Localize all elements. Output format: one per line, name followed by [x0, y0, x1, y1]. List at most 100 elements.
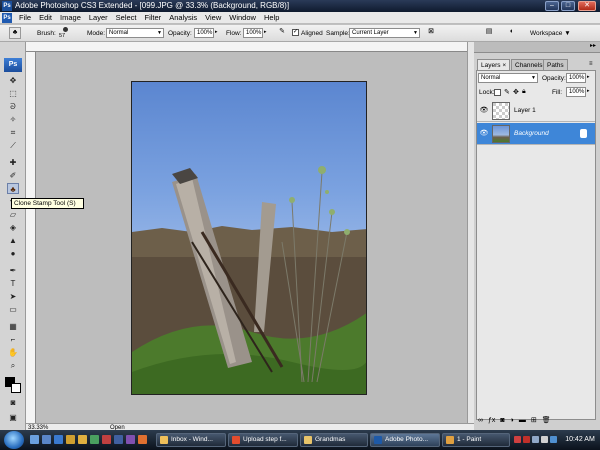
sample-select[interactable]: Current Layer ▼ — [349, 28, 420, 38]
fill-input[interactable]: 100% — [566, 87, 586, 97]
dodge-tool-icon[interactable]: ● — [7, 248, 19, 259]
layer-row[interactable]: 👁︎ Background — [477, 123, 595, 145]
menu-select[interactable]: Select — [112, 12, 141, 24]
quick-launch-icon[interactable] — [78, 435, 87, 444]
menu-file[interactable]: File — [15, 12, 35, 24]
panel-menu-icon[interactable]: ≡ — [589, 61, 593, 67]
tab-channels[interactable]: Channels — [511, 59, 547, 70]
taskbar-item[interactable]: Inbox - Wind... — [156, 433, 226, 447]
menu-help[interactable]: Help — [260, 12, 283, 24]
crop-tool-icon[interactable]: ⌗ — [7, 127, 19, 138]
quick-launch-icon[interactable] — [114, 435, 123, 444]
quick-launch-icon[interactable] — [138, 435, 147, 444]
horizontal-ruler[interactable] — [26, 42, 468, 52]
fill-arrow-icon[interactable]: ▸ — [587, 88, 590, 94]
type-tool-icon[interactable]: T — [7, 278, 19, 289]
blur-tool-icon[interactable]: ▲ — [7, 235, 19, 246]
opacity-arrow-icon[interactable]: ▸ — [215, 29, 218, 35]
switch-windows-icon[interactable] — [42, 435, 51, 444]
tab-layers[interactable]: Layers × — [477, 59, 511, 70]
menu-edit[interactable]: Edit — [35, 12, 56, 24]
menu-image[interactable]: Image — [56, 12, 85, 24]
close-button[interactable]: ✕ — [578, 1, 596, 11]
group-icon[interactable]: ▬ — [519, 416, 526, 426]
collapse-icon[interactable]: ▸▸ — [590, 42, 596, 49]
lock-all-icon[interactable]: 🔒︎ — [522, 88, 526, 96]
volume-icon[interactable] — [541, 436, 548, 443]
layer-mask-icon[interactable]: ◙ — [500, 416, 504, 426]
blend-mode-select[interactable]: Normal ▼ — [478, 73, 538, 83]
show-desktop-icon[interactable] — [30, 435, 39, 444]
palette-well-icon[interactable]: ▤ — [483, 27, 495, 39]
notes-tool-icon[interactable]: ▦ — [7, 321, 19, 332]
quick-launch-icon[interactable] — [90, 435, 99, 444]
clock[interactable]: 10:42 AM — [562, 430, 598, 450]
eraser-tool-icon[interactable]: ▱ — [7, 209, 19, 220]
close-icon[interactable]: × — [502, 62, 506, 69]
layer-row[interactable]: 👁︎ Layer 1 — [477, 100, 595, 122]
shape-tool-icon[interactable]: ▭ — [7, 304, 19, 315]
clone-stamp-tool-icon[interactable]: ♣ — [7, 183, 19, 194]
bridge-icon[interactable]: ◐ — [506, 27, 518, 39]
folder-icon[interactable] — [66, 435, 75, 444]
link-layers-icon[interactable]: ∞ — [478, 416, 483, 426]
flow-arrow-icon[interactable]: ▸ — [264, 29, 267, 35]
background-color-swatch[interactable] — [11, 383, 21, 393]
palette-dock-header[interactable]: ▸▸ — [474, 42, 600, 53]
path-selection-tool-icon[interactable]: ➤ — [7, 291, 19, 302]
layer-name[interactable]: Layer 1 — [514, 106, 536, 116]
visibility-eye-icon[interactable]: 👁︎ — [479, 129, 489, 139]
ie-icon[interactable] — [54, 435, 63, 444]
quick-launch-icon[interactable] — [102, 435, 111, 444]
opacity-input[interactable]: 100% — [194, 28, 214, 38]
hand-tool-icon[interactable]: ✋ — [7, 347, 19, 358]
vertical-ruler[interactable] — [26, 52, 36, 424]
ps-menu-icon[interactable]: Ps — [2, 13, 12, 23]
ps-logo[interactable]: Ps — [4, 58, 22, 72]
eyedropper-tool-icon[interactable]: ⌐ — [7, 334, 19, 345]
pen-tool-icon[interactable]: ✒ — [7, 265, 19, 276]
taskbar-item[interactable]: Upload step f... — [228, 433, 298, 447]
menu-window[interactable]: Window — [225, 12, 260, 24]
layer-opacity-input[interactable]: 100% — [566, 73, 586, 83]
flow-input[interactable]: 100% — [243, 28, 263, 38]
lock-position-icon[interactable]: ✥ — [513, 88, 519, 96]
quick-mask-icon[interactable]: ◙ — [7, 397, 19, 408]
layer-name[interactable]: Background — [514, 129, 549, 139]
gmail-icon[interactable] — [523, 436, 530, 443]
trash-icon[interactable]: 🗑︎ — [542, 416, 551, 426]
menu-filter[interactable]: Filter — [141, 12, 166, 24]
visibility-eye-icon[interactable]: 👁︎ — [479, 106, 489, 116]
ignore-adjustment-layers-icon[interactable]: ⊠ — [425, 27, 437, 39]
zoom-tool-icon[interactable]: ⌕ — [7, 360, 19, 371]
tool-preset-picker[interactable]: ♣ — [9, 27, 21, 39]
menu-analysis[interactable]: Analysis — [165, 12, 201, 24]
quick-launch-icon[interactable] — [126, 435, 135, 444]
network-icon[interactable] — [532, 436, 539, 443]
taskbar-item[interactable]: Adobe Photo... — [370, 433, 440, 447]
menu-view[interactable]: View — [201, 12, 225, 24]
mode-select[interactable]: Normal ▼ — [106, 28, 164, 38]
lasso-tool-icon[interactable]: ᘐ — [7, 101, 19, 112]
taskbar-item[interactable]: 1 - Paint — [442, 433, 510, 447]
layer-style-icon[interactable]: ƒx — [488, 416, 495, 426]
slice-tool-icon[interactable]: ⟋ — [7, 140, 19, 151]
taskbar-item[interactable]: Grandmas — [300, 433, 368, 447]
healing-brush-tool-icon[interactable]: ✚ — [7, 157, 19, 168]
document-scrollbar[interactable] — [467, 42, 474, 424]
magic-wand-tool-icon[interactable]: ✧ — [7, 114, 19, 125]
tray-icon[interactable] — [514, 436, 521, 443]
airbrush-icon[interactable]: ✎ — [276, 27, 288, 39]
adjustment-layer-icon[interactable]: ◑ — [510, 416, 514, 426]
tab-paths[interactable]: Paths — [543, 59, 568, 70]
paint-bucket-tool-icon[interactable]: ◈ — [7, 222, 19, 233]
move-tool-icon[interactable]: ✥ — [7, 75, 19, 86]
lock-pixels-icon[interactable]: ✎ — [504, 88, 510, 96]
document-canvas[interactable] — [131, 81, 367, 395]
minimize-button[interactable]: – — [545, 1, 559, 11]
new-layer-icon[interactable]: ⊞ — [531, 416, 537, 426]
aligned-checkbox[interactable]: ✓ — [292, 29, 299, 36]
menu-layer[interactable]: Layer — [85, 12, 112, 24]
brush-picker[interactable]: 57 — [59, 27, 73, 40]
layer-opacity-arrow-icon[interactable]: ▸ — [587, 74, 590, 80]
